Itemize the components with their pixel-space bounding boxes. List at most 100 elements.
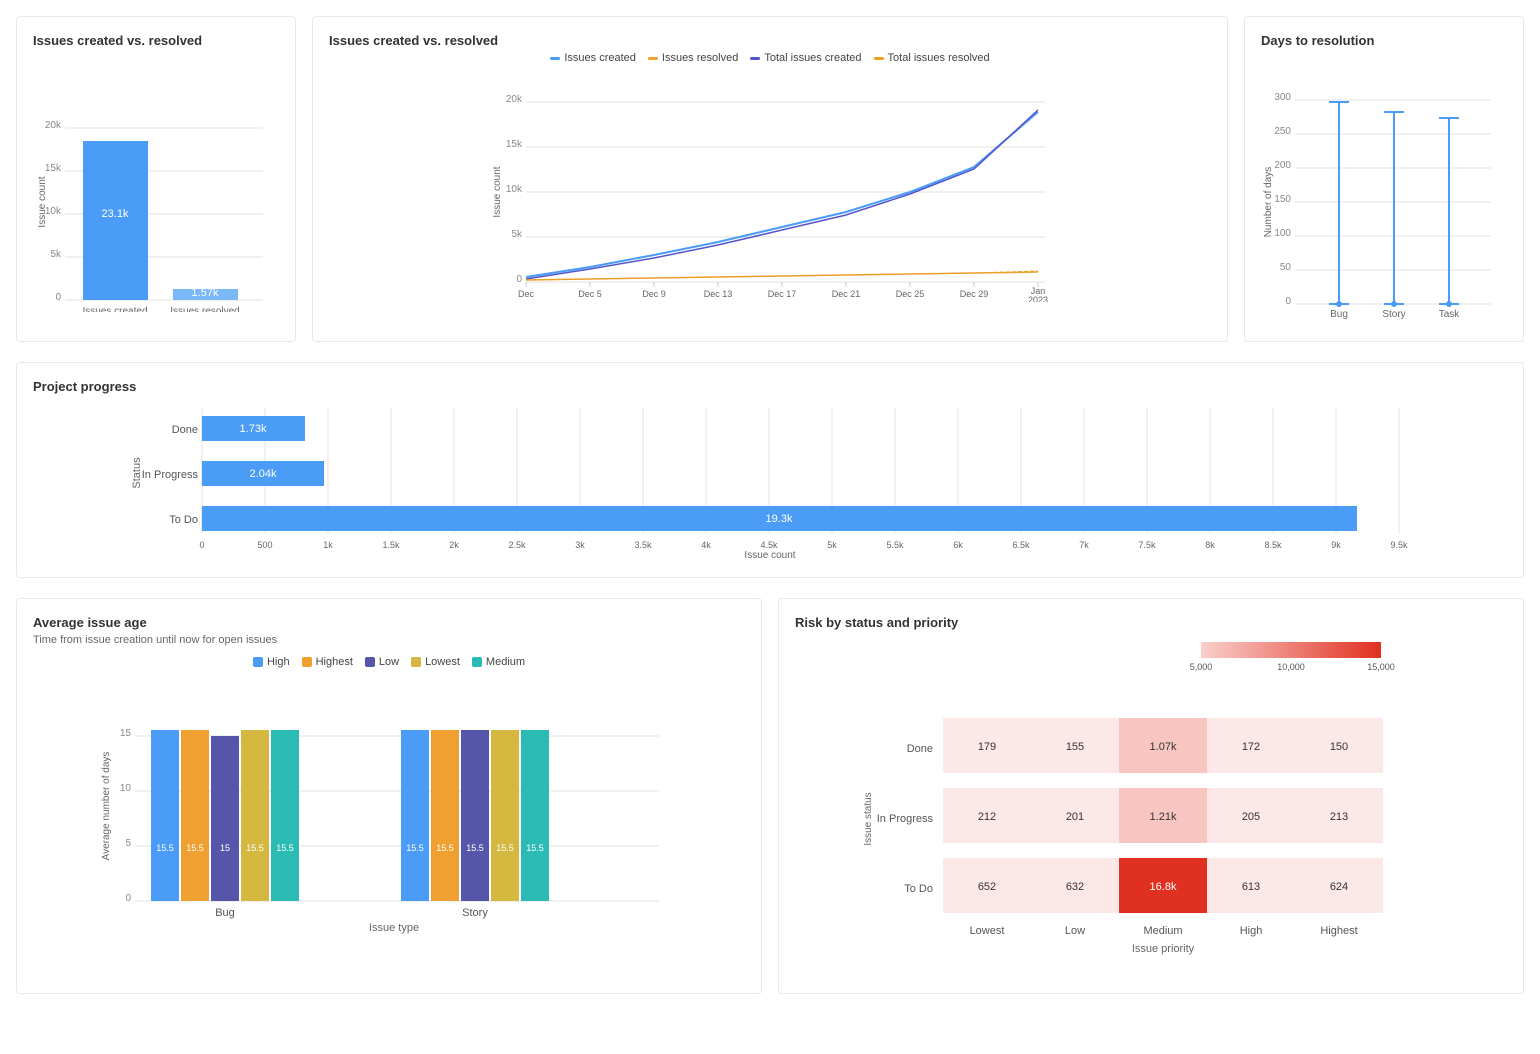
legend-lowest: Lowest [411,656,460,668]
svg-text:8k: 8k [1205,540,1215,550]
svg-text:Lowest: Lowest [970,925,1005,937]
svg-text:300: 300 [1274,92,1291,103]
svg-text:Dec: Dec [518,289,535,299]
legend-dot-created [550,57,560,60]
bug-bar-low [211,736,239,901]
svg-text:15.5: 15.5 [406,843,424,853]
svg-text:9k: 9k [1331,540,1341,550]
svg-text:5k: 5k [50,249,62,260]
svg-text:Done: Done [172,424,198,436]
svg-text:Done: Done [907,743,933,755]
svg-text:652: 652 [978,881,996,893]
svg-text:2.5k: 2.5k [508,540,526,550]
svg-text:3k: 3k [575,540,585,550]
svg-text:Highest: Highest [1320,925,1357,937]
risk-heatmap-svg: 5,000 10,000 15,000 Issue status Done In… [795,634,1507,974]
svg-text:15: 15 [220,843,230,853]
row-3: Average issue age Time from issue creati… [16,598,1524,994]
svg-text:Story: Story [462,907,488,919]
line-total-issues-created [526,110,1038,279]
svg-text:250: 250 [1274,126,1291,137]
avg-age-legend: High Highest Low Lowest Medium [33,656,745,668]
avg-issue-age-svg: Average number of days 0 5 10 15 15.5 15… [33,676,745,936]
svg-text:Issue type: Issue type [369,922,419,934]
bar-chart-title: Issues created vs. resolved [33,33,279,48]
svg-text:15.5: 15.5 [466,843,484,853]
svg-text:2023: 2023 [1028,295,1048,302]
legend-high: High [253,656,290,668]
legend-medium: Medium [472,656,525,668]
legend-label-highest: Highest [316,656,353,668]
svg-text:15.5: 15.5 [246,843,264,853]
svg-text:2.04k: 2.04k [250,468,277,480]
svg-text:Issues created: Issues created [82,306,147,312]
svg-text:5k: 5k [511,229,523,240]
svg-text:1.07k: 1.07k [1150,741,1177,753]
svg-text:Dec 9: Dec 9 [642,289,666,299]
svg-text:6.5k: 6.5k [1012,540,1030,550]
project-progress-card: Project progress Status Done In Progress… [16,362,1524,578]
avg-issue-age-title: Average issue age [33,615,745,630]
svg-text:1.57k: 1.57k [192,287,219,299]
project-progress-title: Project progress [33,379,1507,394]
svg-text:Medium: Medium [1143,925,1182,937]
legend-label-total-resolved: Total issues resolved [888,52,990,64]
svg-text:High: High [1240,925,1263,937]
risk-heatmap-title: Risk by status and priority [795,615,1507,630]
svg-text:7.5k: 7.5k [1138,540,1156,550]
legend-total-resolved: Total issues resolved [874,52,990,64]
svg-text:Issues resolved: Issues resolved [170,306,239,312]
svg-text:4k: 4k [701,540,711,550]
svg-text:5k: 5k [827,540,837,550]
svg-text:Issue priority: Issue priority [1132,943,1195,955]
legend-dot-total-created [750,57,760,60]
legend-highest: Highest [302,656,353,668]
svg-text:15: 15 [120,728,132,739]
avg-issue-age-subtitle: Time from issue creation until now for o… [33,634,745,646]
dashboard: Issues created vs. resolved 0 5k 10k 15k… [0,0,1540,1010]
svg-text:To Do: To Do [169,514,198,526]
bug-bar-high [151,730,179,901]
days-resolution-title: Days to resolution [1261,33,1507,48]
svg-text:8.5k: 8.5k [1264,540,1282,550]
legend-label-low: Low [379,656,399,668]
days-resolution-card: Days to resolution 0 50 100 150 200 250 … [1244,16,1524,342]
svg-text:0: 0 [125,893,131,904]
svg-text:15.5: 15.5 [526,843,544,853]
svg-text:2k: 2k [449,540,459,550]
svg-text:In Progress: In Progress [142,469,199,481]
svg-text:5,000: 5,000 [1190,662,1213,672]
svg-text:100: 100 [1274,228,1291,239]
svg-text:1.73k: 1.73k [240,423,267,435]
bar-created-resolved-card: Issues created vs. resolved 0 5k 10k 15k… [16,16,296,342]
line-created-resolved-card: Issues created vs. resolved Issues creat… [312,16,1228,342]
legend-label-total-created: Total issues created [764,52,861,64]
svg-text:Task: Task [1439,309,1461,320]
svg-text:1.5k: 1.5k [382,540,400,550]
legend-label-created: Issues created [564,52,636,64]
days-resolution-svg: 0 50 100 150 200 250 300 Number of days [1261,52,1501,322]
svg-text:15.5: 15.5 [276,843,294,853]
svg-text:Issue status: Issue status [863,792,874,845]
svg-text:7k: 7k [1079,540,1089,550]
legend-label-lowest: Lowest [425,656,460,668]
svg-text:Issue count: Issue count [744,550,795,558]
legend-sq-highest [302,657,312,667]
legend-total-created: Total issues created [750,52,861,64]
svg-text:15.5: 15.5 [436,843,454,853]
svg-text:15,000: 15,000 [1367,662,1395,672]
svg-text:19.3k: 19.3k [766,513,793,525]
svg-text:10k: 10k [506,184,523,195]
bar-issues-created [83,141,148,300]
story-bar-highest [431,730,459,901]
svg-text:4.5k: 4.5k [760,540,778,550]
svg-text:Dec 29: Dec 29 [960,289,989,299]
svg-text:Dec 21: Dec 21 [832,289,861,299]
svg-text:150: 150 [1274,194,1291,205]
svg-text:0: 0 [1285,296,1291,307]
story-bar-lowest [491,730,519,901]
svg-text:10: 10 [120,783,132,794]
svg-text:205: 205 [1242,811,1260,823]
legend-issues-resolved: Issues resolved [648,52,738,64]
svg-text:15.5: 15.5 [156,843,174,853]
